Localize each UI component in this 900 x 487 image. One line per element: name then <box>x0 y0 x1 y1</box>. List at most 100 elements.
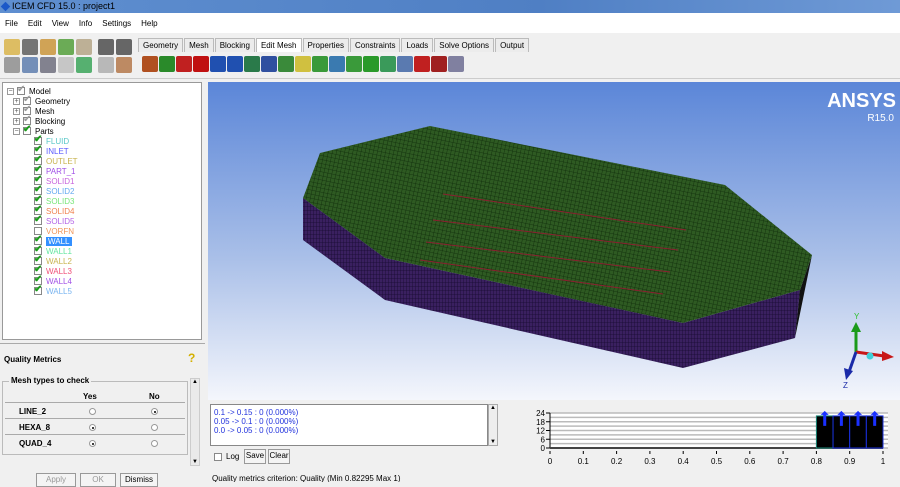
edit-mesh-tool-11-icon[interactable] <box>312 56 328 72</box>
x-tick-label: 0.7 <box>778 457 790 466</box>
x-tick-label: 0.9 <box>844 457 856 466</box>
edit-mesh-tool-5-icon[interactable] <box>210 56 226 72</box>
save-icon[interactable] <box>22 39 38 55</box>
edit-mesh-tool-6-icon[interactable] <box>227 56 243 72</box>
edit-mesh-tool-14-icon[interactable] <box>363 56 379 72</box>
collapse-icon[interactable]: − <box>13 127 20 135</box>
col-yes: Yes <box>83 392 97 401</box>
yes-radio[interactable] <box>89 440 96 447</box>
edit-mesh-tool-3-icon[interactable] <box>176 56 192 72</box>
tree-item-part-solid5[interactable]: SOLID5 <box>34 214 74 226</box>
edit-mesh-tool-17-icon[interactable] <box>414 56 430 72</box>
expand-icon[interactable]: + <box>13 117 20 125</box>
tab-loads[interactable]: Loads <box>401 38 434 52</box>
edit-mesh-tool-4-icon[interactable] <box>193 56 209 72</box>
tab-mesh[interactable]: Mesh <box>184 38 214 52</box>
window-title: ICEM CFD 15.0 : project1 <box>12 1 116 11</box>
refresh-icon[interactable] <box>76 57 92 73</box>
menu-view[interactable]: View <box>52 19 69 28</box>
measure-icon[interactable] <box>40 57 56 73</box>
message-line: 0.1 -> 0.15 : 0 (0.000%) <box>214 408 299 417</box>
menu-settings[interactable]: Settings <box>102 19 131 28</box>
tab-geometry[interactable]: Geometry <box>138 38 184 52</box>
open-geometry-icon[interactable] <box>40 39 56 55</box>
save-button[interactable]: Save <box>244 449 266 464</box>
edit-mesh-tool-2-icon[interactable] <box>159 56 175 72</box>
message-line: 0.0 -> 0.05 : 0 (0.000%) <box>214 426 299 435</box>
tree-item-blocking[interactable]: + Blocking <box>13 114 65 126</box>
expand-icon[interactable]: + <box>13 97 20 105</box>
tree-item-part-wall5[interactable]: WALL5 <box>34 284 72 296</box>
tab-properties[interactable]: Properties <box>302 38 349 52</box>
graphics-viewport[interactable]: ANSYS R15.0 Y Z <box>208 82 900 400</box>
dismiss-button[interactable]: Dismiss <box>120 473 158 487</box>
part-label: WALL5 <box>46 286 72 296</box>
mesh-types-group: Mesh types to check Yes No LINE_2 HEXA_8 Q… <box>2 376 188 455</box>
collapse-icon[interactable]: − <box>7 87 14 95</box>
edit-mesh-tool-8-icon[interactable] <box>261 56 277 72</box>
version-label: R15.0 <box>867 113 894 124</box>
tab-constraints[interactable]: Constraints <box>349 38 401 52</box>
edit-mesh-tool-1-icon[interactable] <box>142 56 158 72</box>
tab-blocking[interactable]: Blocking <box>214 38 255 52</box>
clear-button[interactable]: Clear <box>268 449 290 464</box>
open-mesh-icon[interactable] <box>58 39 74 55</box>
checkbox[interactable] <box>23 124 31 135</box>
rotation-center-icon <box>866 352 874 360</box>
mesh-type-row-quad_4: QUAD_4 <box>5 434 185 450</box>
open-icon[interactable] <box>4 39 20 55</box>
edit-mesh-tool-18-icon[interactable] <box>431 56 447 72</box>
tree-label: Geometry <box>35 96 71 106</box>
expand-icon[interactable]: + <box>13 107 20 115</box>
open-blocking-icon[interactable] <box>76 39 92 55</box>
edit-mesh-tool-16-icon[interactable] <box>397 56 413 72</box>
no-radio[interactable] <box>151 408 158 415</box>
no-radio[interactable] <box>151 440 158 447</box>
undo-icon[interactable] <box>98 39 114 55</box>
z-label: Z <box>843 381 848 390</box>
scale-icon[interactable] <box>58 57 74 73</box>
menu-info[interactable]: Info <box>79 19 92 28</box>
tab-solve-options[interactable]: Solve Options <box>434 38 495 52</box>
help-icon[interactable]: ? <box>188 351 195 365</box>
edit-mesh-tool-13-icon[interactable] <box>346 56 362 72</box>
y-label: Y <box>854 312 860 321</box>
log-checkbox[interactable]: Log <box>214 452 239 461</box>
mesh-model <box>303 126 812 368</box>
yes-radio[interactable] <box>89 424 96 431</box>
edit-mesh-tool-10-icon[interactable] <box>295 56 311 72</box>
solid-icon[interactable] <box>116 57 132 73</box>
redo-icon[interactable] <box>116 39 132 55</box>
part-label: WALL3 <box>46 266 72 276</box>
zoom-box-icon[interactable] <box>22 57 38 73</box>
yes-radio[interactable] <box>89 408 96 415</box>
scrollbar[interactable]: ▲ ▼ <box>190 378 200 466</box>
tab-edit-mesh[interactable]: Edit Mesh <box>255 38 302 52</box>
part-label: VORFN <box>46 226 74 236</box>
edit-mesh-tool-7-icon[interactable] <box>244 56 260 72</box>
edit-mesh-tool-15-icon[interactable] <box>380 56 396 72</box>
fit-view-icon[interactable] <box>4 57 20 73</box>
checkbox[interactable] <box>34 214 42 225</box>
message-scrollbar[interactable]: ▲ ▼ <box>488 404 498 446</box>
tab-output[interactable]: Output <box>495 38 530 52</box>
edit-mesh-tool-9-icon[interactable] <box>278 56 294 72</box>
menu-help[interactable]: Help <box>141 19 157 28</box>
ansys-logo: ANSYS <box>827 90 896 112</box>
tree-label: Model <box>29 86 51 96</box>
checkbox[interactable] <box>34 284 42 295</box>
menu-file[interactable]: File <box>5 19 18 28</box>
tree-item-geometry[interactable]: + Geometry <box>13 94 71 106</box>
tree-label: Mesh <box>35 106 55 116</box>
checkbox[interactable] <box>214 452 222 461</box>
apply-button[interactable]: Apply <box>36 473 76 487</box>
toolbar: Geometry Mesh Blocking Edit Mesh Properties C… <box>0 35 900 79</box>
no-radio[interactable] <box>151 424 158 431</box>
mesh-type-label: QUAD_4 <box>19 439 52 448</box>
menu-edit[interactable]: Edit <box>28 19 42 28</box>
tree-item-mesh[interactable]: + Mesh <box>13 104 55 116</box>
edit-mesh-tool-19-icon[interactable] <box>448 56 464 72</box>
ok-button[interactable]: OK <box>80 473 116 487</box>
wireframe-icon[interactable] <box>98 57 114 73</box>
edit-mesh-tool-12-icon[interactable] <box>329 56 345 72</box>
